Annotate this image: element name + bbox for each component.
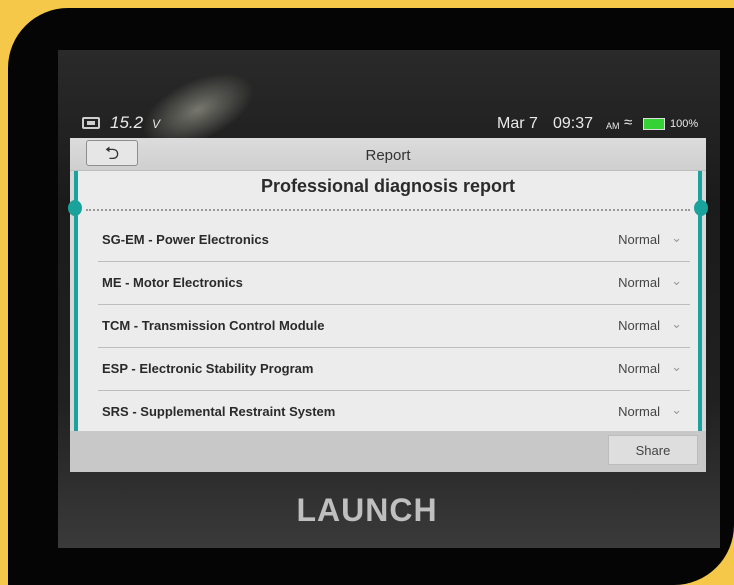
row-name: SG-EM - Power Electronics bbox=[102, 232, 269, 247]
report-app: ⮌ Report Professional diagnosis report S… bbox=[68, 138, 708, 472]
status-date: Mar 7 bbox=[497, 115, 538, 132]
status-time: 09:37 bbox=[553, 115, 594, 132]
chevron-down-icon[interactable]: ⌄ bbox=[671, 359, 682, 375]
report-row[interactable]: SRS - Supplemental Restraint System Norm… bbox=[98, 391, 690, 433]
status-bar: 15.2 V Mar 7 09:37 AM ≈ 100% bbox=[80, 112, 704, 138]
divider bbox=[86, 209, 690, 211]
voltage-unit: V bbox=[152, 117, 161, 131]
battery-icon bbox=[82, 117, 100, 129]
top-bar: ⮌ Report bbox=[70, 138, 706, 171]
row-status: Normal bbox=[618, 232, 660, 247]
footer-bar: Share bbox=[70, 431, 706, 472]
report-panel: Professional diagnosis report SG-EM - Po… bbox=[68, 171, 708, 433]
row-name: ME - Motor Electronics bbox=[102, 275, 243, 290]
battery-level-icon bbox=[643, 118, 665, 130]
battery-percent: 100% bbox=[670, 118, 699, 130]
row-status: Normal bbox=[618, 275, 660, 290]
row-status: Normal bbox=[618, 404, 660, 419]
report-row[interactable]: TCM - Transmission Control Module Normal… bbox=[98, 305, 690, 348]
chevron-down-icon[interactable]: ⌄ bbox=[671, 273, 682, 289]
row-name: ESP - Electronic Stability Program bbox=[102, 361, 314, 376]
chevron-down-icon[interactable]: ⌄ bbox=[671, 230, 682, 246]
voltage-value: 15.2 bbox=[110, 113, 144, 132]
row-status: Normal bbox=[618, 318, 660, 333]
row-status: Normal bbox=[618, 361, 660, 376]
chevron-down-icon[interactable]: ⌄ bbox=[671, 402, 682, 418]
wifi-icon: ≈ bbox=[624, 114, 633, 131]
status-ampm: AM bbox=[606, 121, 620, 131]
row-name: SRS - Supplemental Restraint System bbox=[102, 404, 336, 419]
report-row[interactable]: ESP - Electronic Stability Program Norma… bbox=[98, 348, 690, 391]
report-row[interactable]: ME - Motor Electronics Normal ⌄ bbox=[98, 262, 690, 305]
device-logo: LAUNCH bbox=[296, 492, 438, 528]
page-title: Report bbox=[365, 147, 411, 164]
chevron-down-icon[interactable]: ⌄ bbox=[671, 316, 682, 332]
report-row[interactable]: SG-EM - Power Electronics Normal ⌄ bbox=[98, 219, 690, 262]
panel-notch-right bbox=[694, 200, 708, 216]
row-name: TCM - Transmission Control Module bbox=[102, 318, 325, 333]
share-button[interactable]: Share bbox=[608, 435, 698, 465]
report-heading: Professional diagnosis report bbox=[260, 176, 516, 196]
panel-notch-left bbox=[68, 200, 82, 216]
